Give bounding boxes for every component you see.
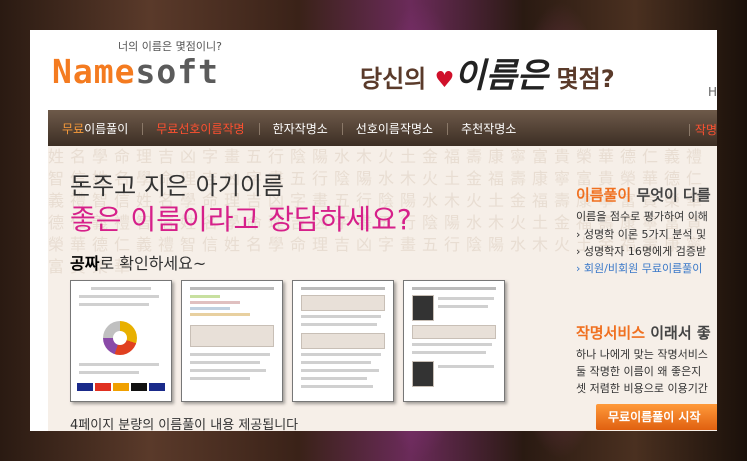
report-thumbnail-4[interactable] [403, 280, 505, 402]
heart-icon: ♥ [434, 68, 455, 93]
score-donut-icon [103, 321, 137, 355]
nav-item-naming-cut[interactable]: 작명 [688, 121, 717, 138]
nav-item-preferred-naming[interactable]: 선호이름작명소 [341, 120, 447, 137]
nav-item-recommended-naming[interactable]: 추천작명소 [447, 120, 530, 137]
side-line-6: 둘 작명한 이름이 왜 좋은지 [576, 365, 702, 378]
slogan-post: 몇점? [556, 65, 615, 93]
side-title-naming-service: 작명서비스 이래서 좋 [576, 324, 711, 342]
slogan-script: 이름은 [454, 56, 549, 96]
free-check-text: 공짜로 확인하세요~ [70, 254, 207, 273]
side-info-panel: 이름풀이 무엇이 다를 이름을 점수로 평가하여 이해 › 성명학 이론 5가지… [576, 146, 717, 431]
nav-item-free-preferred-naming[interactable]: 무료선호이름작명 [142, 120, 258, 137]
headline-1: 돈주고 지은 아기이름 [70, 172, 284, 200]
side-line-5: 하나 나에게 맞는 작명서비스 [576, 348, 708, 361]
browser-page: 너의 이름은 몇점이니? Namesoft 당신의 ♥이름은 몇점? H 무료이… [30, 30, 717, 431]
color-swatches [77, 383, 165, 391]
side-title-name-analysis: 이름풀이 무엇이 다를 [576, 186, 711, 204]
report-thumbnail-3[interactable] [292, 280, 394, 402]
slogan-pre: 당신의 [360, 65, 427, 93]
report-thumbnail-1[interactable] [70, 280, 172, 402]
nav-item-hanja-naming[interactable]: 한자작명소 [258, 120, 342, 137]
report-thumbnails [70, 280, 505, 402]
nav-item-free-name-analysis[interactable]: 무료이름풀이 [48, 120, 142, 137]
side-line-1: 이름을 점수로 평가하여 이해 [576, 210, 708, 223]
main-banner: 姓名學命理吉凶字畫五行陰陽水木火土金福壽康寧富貴榮華德仁義禮智信姓名學命理吉凶字… [48, 146, 717, 431]
headline-2: 좋은 이름이라고 장담하세요? [70, 203, 412, 236]
header-link-cut[interactable]: H [708, 85, 717, 99]
thumbnail-caption: 4페이지 분량의 이름풀이 내용 제공됩니다 [70, 418, 299, 431]
main-nav: 무료이름풀이 무료선호이름작명 한자작명소 선호이름작명소 추천작명소 작명 [48, 110, 717, 146]
logo-soft: soft [135, 52, 219, 91]
site-header: 너의 이름은 몇점이니? Namesoft 당신의 ♥이름은 몇점? H [30, 30, 717, 106]
side-line-2: › 성명학 이론 5가지 분석 및 [576, 228, 707, 241]
side-line-7: 셋 저렴한 비용으로 이용기간 [576, 382, 708, 395]
report-thumbnail-2[interactable] [181, 280, 283, 402]
side-line-3: › 성명학자 16명에게 검증받 [576, 245, 707, 258]
start-free-analysis-button[interactable]: 무료이름풀이 시작 [596, 404, 717, 430]
site-logo[interactable]: Namesoft [52, 52, 219, 91]
hero-slogan: 당신의 ♥이름은 몇점? [360, 48, 615, 97]
logo-name: Name [52, 52, 136, 91]
side-link-free-analysis[interactable]: › 회원/비회원 무료이름풀이 [576, 260, 702, 276]
